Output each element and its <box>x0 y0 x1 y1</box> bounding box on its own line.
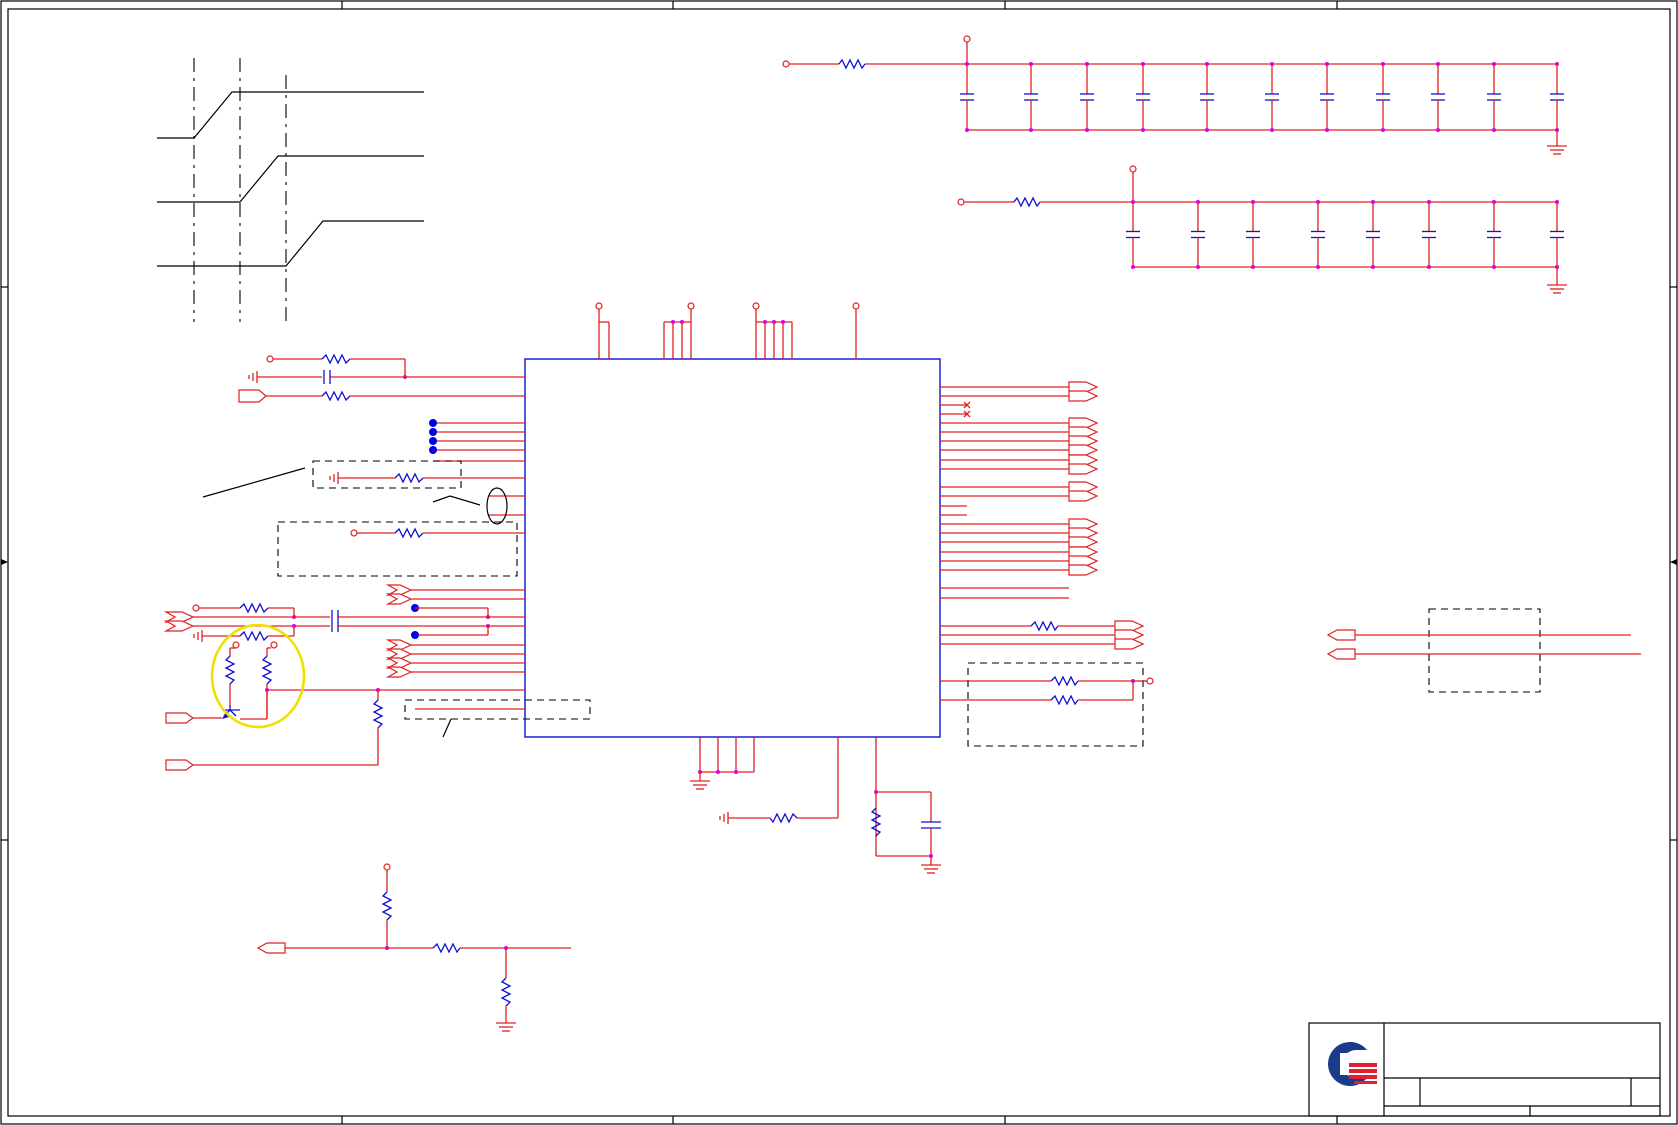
decoupling-capacitor <box>1246 200 1260 269</box>
decoupling-bank-2 <box>957 165 1567 294</box>
ic-outline <box>524 358 941 738</box>
ic-bottom-ground-pins <box>690 737 941 874</box>
decoupling-capacitor <box>1191 200 1205 269</box>
decoupling-capacitor <box>1126 200 1140 269</box>
decoupling-capacitor <box>1024 62 1038 132</box>
power-rail-symbol <box>1129 165 1137 173</box>
bottom-resistor-divider <box>256 863 571 1032</box>
series-resistor <box>1013 196 1041 208</box>
output-port-group-4 <box>1068 518 1099 576</box>
capacitor-array <box>960 62 1564 132</box>
schematic-canvas <box>0 0 1678 1125</box>
schematic-sheet <box>0 0 1678 1125</box>
sheet-frame <box>0 0 1678 1125</box>
net-port-left <box>782 60 790 68</box>
decoupling-capacitor <box>1366 200 1380 269</box>
decoupling-capacitor <box>1265 62 1279 132</box>
decoupling-capacitor <box>960 62 974 132</box>
ground-symbol <box>1547 267 1567 294</box>
output-port-group-5 <box>1114 620 1145 650</box>
quanta-logo <box>1328 1042 1377 1087</box>
decoupling-capacitor <box>1487 62 1501 132</box>
net-port-left <box>957 198 965 206</box>
npn-transistor-circuit <box>165 623 306 729</box>
capacitor-array <box>1126 200 1564 269</box>
ic-right-pins <box>940 381 1154 747</box>
output-port-group-1 <box>1068 381 1099 402</box>
decoupling-capacitor <box>1422 200 1436 269</box>
decoupling-capacitor <box>1320 62 1334 132</box>
power-rail-symbol <box>963 35 971 43</box>
decoupling-capacitor <box>1487 200 1501 269</box>
ic-top-power-pins <box>595 302 860 359</box>
decoupling-capacitor <box>1431 62 1445 132</box>
series-resistor <box>838 58 866 70</box>
decoupling-capacitor <box>1376 62 1390 132</box>
decoupling-capacitor <box>1080 62 1094 132</box>
ground-symbol <box>1547 130 1567 155</box>
timing-waveform-3 <box>157 220 424 267</box>
output-port-group-2 <box>1068 417 1099 475</box>
decoupling-capacitor <box>1550 62 1564 132</box>
main-ic <box>163 302 1154 874</box>
decoupling-capacitor <box>1200 62 1214 132</box>
decoupling-capacitor <box>1136 62 1150 132</box>
output-port-group-3 <box>1068 481 1099 502</box>
title-block <box>1308 1022 1661 1117</box>
timing-waveform-2 <box>157 155 424 203</box>
power-sequence-timing-diagram <box>157 58 424 322</box>
decoupling-capacitor <box>1550 200 1564 269</box>
timing-waveform-1 <box>157 91 424 139</box>
decoupling-bank-1 <box>782 35 1567 155</box>
decoupling-capacitor <box>1311 200 1325 269</box>
right-signal-pair <box>1326 608 1641 693</box>
